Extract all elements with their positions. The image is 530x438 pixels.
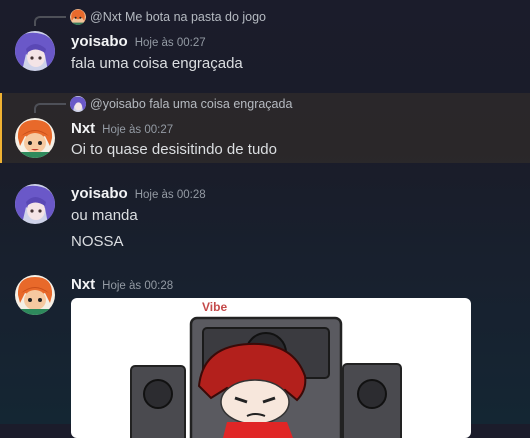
- reply-text: Me bota na pasta do jogo: [124, 10, 267, 24]
- message-mentioned: @yoisabo fala uma coisa engraçada Nxt Ho…: [0, 93, 530, 163]
- reply-author: @yoisabo: [90, 97, 146, 111]
- username[interactable]: yoisabo: [71, 185, 128, 202]
- user-avatar[interactable]: [15, 275, 55, 315]
- message-text: Oi to quase desisitindo de tudo: [71, 141, 277, 158]
- speaker-character-illustration: [130, 316, 402, 438]
- username[interactable]: yoisabo: [71, 33, 128, 50]
- reply-connector: [34, 16, 66, 26]
- timestamp: Hoje às 00:28: [134, 189, 206, 201]
- reply-text: fala uma coisa engraçada: [149, 97, 293, 111]
- message-text: NOSSA: [71, 233, 124, 250]
- message-text: fala uma coisa engraçada: [71, 55, 243, 72]
- timestamp: Hoje às 00:27: [134, 37, 206, 49]
- message: yoisabo Hoje às 00:28 ou manda NOSSA: [0, 180, 530, 260]
- username[interactable]: Nxt: [71, 120, 95, 137]
- username[interactable]: Nxt: [71, 276, 95, 293]
- message: @Nxt Me bota na pasta do jogo yoisabo Ho…: [0, 0, 530, 86]
- user-avatar[interactable]: [15, 184, 55, 224]
- reply-avatar-icon: [70, 96, 86, 112]
- reply-author: @Nxt: [90, 10, 122, 24]
- timestamp: Hoje às 00:28: [102, 280, 174, 292]
- reply-avatar-icon: [70, 9, 86, 25]
- message-text: ou manda: [71, 207, 138, 224]
- reply-preview[interactable]: @yoisabo fala uma coisa engraçada: [70, 96, 292, 112]
- reply-connector: [34, 103, 66, 113]
- user-avatar[interactable]: [15, 118, 55, 158]
- reply-preview[interactable]: @Nxt Me bota na pasta do jogo: [70, 9, 266, 25]
- attachment-title: Vibe: [202, 300, 228, 314]
- user-avatar[interactable]: [15, 31, 55, 71]
- timestamp: Hoje às 00:27: [102, 124, 174, 136]
- image-attachment[interactable]: Vibe: [71, 298, 471, 438]
